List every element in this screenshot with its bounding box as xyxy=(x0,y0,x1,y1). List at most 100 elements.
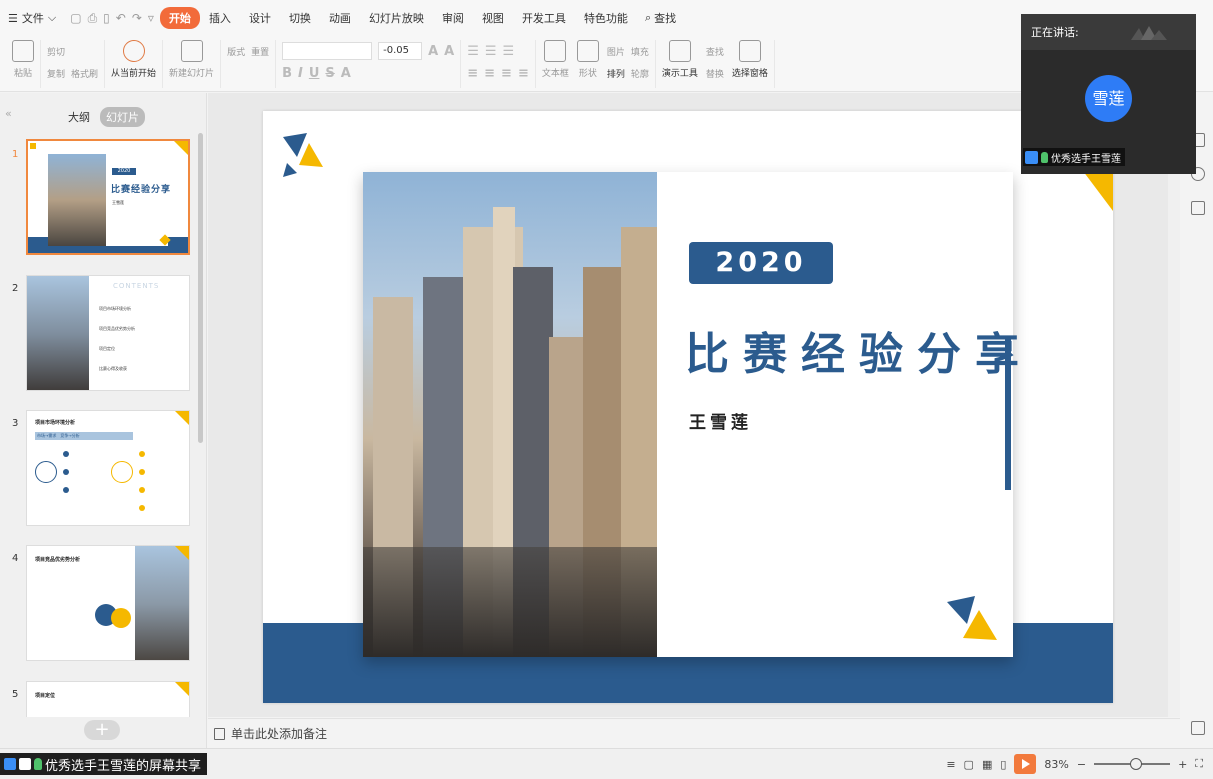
slide-number: 2 xyxy=(12,283,19,294)
thumb-photo xyxy=(48,154,106,246)
quick-access-toolbar: ▢ ⎙ ▯ ↶ ↷ ▿ xyxy=(64,11,160,26)
zoom-level[interactable]: 83% xyxy=(1044,758,1068,771)
preview-icon[interactable]: ▯ xyxy=(103,11,110,26)
tab-design[interactable]: 设计 xyxy=(240,7,280,29)
slide-author: 王雪莲 xyxy=(689,413,752,433)
format-painter-button[interactable]: 格式刷 xyxy=(71,67,98,80)
selection-pane-button[interactable]: 选择窗格 xyxy=(732,40,768,79)
slide-thumbnail-1[interactable]: 2020 比赛经验分享 王雪莲 xyxy=(26,139,190,255)
collapse-panel-icon[interactable]: « xyxy=(5,107,12,120)
from-current-button[interactable]: 从当前开始 xyxy=(105,40,164,88)
zoom-out-button[interactable]: − xyxy=(1077,758,1086,771)
font-color-icon[interactable]: A xyxy=(341,66,351,81)
tab-features[interactable]: 特色功能 xyxy=(575,7,637,29)
audio-wave-icon xyxy=(1131,26,1167,40)
thumb-node xyxy=(63,487,69,493)
file-menu-label: 文件 xyxy=(21,12,44,25)
italic-icon[interactable]: I xyxy=(298,66,303,81)
panel-header: « 大纲 幻灯片 xyxy=(0,107,207,127)
justify-icon[interactable]: ≡ xyxy=(518,66,529,81)
zoom-in-button[interactable]: + xyxy=(1178,758,1187,771)
file-menu[interactable]: ☰ 文件 ⌵ xyxy=(0,10,64,26)
search-command[interactable]: ⌕ 查找 xyxy=(637,10,684,26)
reset-button[interactable]: 重置 xyxy=(251,45,269,58)
tab-transition[interactable]: 切换 xyxy=(280,7,320,29)
align-center-icon[interactable]: ≡ xyxy=(484,66,495,81)
slide-sorter-icon[interactable]: ▦ xyxy=(982,758,992,771)
zoom-slider[interactable] xyxy=(1094,758,1171,770)
grid-icon[interactable] xyxy=(1191,721,1205,735)
hamburger-icon: ☰ xyxy=(8,11,18,25)
align-right-icon[interactable]: ≡ xyxy=(501,66,512,81)
textbox-button[interactable]: 文本框 xyxy=(542,40,569,79)
layout-button[interactable]: 版式 xyxy=(227,45,245,58)
slide-thumbnail-5[interactable]: 项目定位 xyxy=(26,681,190,717)
thumbnail-scrollbar[interactable] xyxy=(198,133,203,443)
customize-icon[interactable]: ▿ xyxy=(148,11,154,26)
notes-placeholder: 单击此处添加备注 xyxy=(231,727,328,741)
bold-icon[interactable]: B xyxy=(282,66,292,81)
triangle-decoration xyxy=(175,682,189,696)
font-name-field[interactable] xyxy=(282,42,373,60)
thumb-year: 2020 xyxy=(112,168,136,175)
tab-developer[interactable]: 开发工具 xyxy=(513,7,575,29)
undo-icon[interactable]: ↶ xyxy=(116,11,126,26)
current-slide[interactable]: 2020 比赛经验分享 王雪莲 xyxy=(263,111,1113,703)
image-button[interactable]: 图片 xyxy=(607,45,625,58)
play-slideshow-button[interactable] xyxy=(1014,754,1037,774)
slide-thumbnail-2[interactable]: CONTENTS 项目市场环境分析 项目竞品优劣势分析 项目定位 比赛心得及收获 xyxy=(26,275,190,391)
tab-view[interactable]: 视图 xyxy=(473,7,513,29)
paste-group[interactable]: 粘贴 xyxy=(6,40,41,88)
tab-home[interactable]: 开始 xyxy=(159,7,200,29)
cut-button[interactable]: 剪切 xyxy=(47,45,65,58)
add-slide-button[interactable]: + xyxy=(84,720,120,740)
microphone-icon xyxy=(34,758,42,770)
replace-button[interactable]: 替换 xyxy=(706,67,724,80)
shape-label: 形状 xyxy=(578,69,597,79)
arrange-button[interactable]: 排列 xyxy=(607,67,625,80)
thumb-photo xyxy=(135,546,189,660)
tab-slides[interactable]: 幻灯片 xyxy=(100,107,145,127)
new-slide-icon xyxy=(180,40,203,62)
tab-review[interactable]: 审阅 xyxy=(433,7,473,29)
numbered-list-icon[interactable]: ☰ xyxy=(485,44,497,59)
thumb-heading: 项目竞品优劣势分析 xyxy=(35,557,81,563)
canvas-scrollbar[interactable] xyxy=(1168,93,1180,717)
notes-area[interactable]: 单击此处添加备注 xyxy=(208,718,1180,748)
line-spacing-icon[interactable]: ☰ xyxy=(503,44,515,59)
shape-button[interactable]: 形状 xyxy=(576,40,599,79)
triangle-decoration xyxy=(175,546,189,560)
new-slide-button[interactable]: 新建幻灯片 xyxy=(163,40,222,88)
bullet-list-icon[interactable]: ☰ xyxy=(467,44,479,59)
fill-button[interactable]: 填充 xyxy=(631,45,649,58)
slide-title-card: 2020 比赛经验分享 王雪莲 xyxy=(363,172,1019,657)
shrink-font-icon[interactable]: A xyxy=(444,44,454,59)
font-size-field[interactable]: -0.05 xyxy=(378,42,423,60)
tab-insert[interactable]: 插入 xyxy=(200,7,240,29)
strikethrough-icon[interactable]: S xyxy=(325,66,334,81)
slide-thumbnail-4[interactable]: 项目竞品优劣势分析 xyxy=(26,545,190,661)
copy-icon[interactable] xyxy=(1191,201,1205,215)
normal-view-icon[interactable]: ▢ xyxy=(964,758,974,771)
notes-toggle-icon[interactable]: ≡ xyxy=(946,758,955,771)
presentation-tools-button[interactable]: 演示工具 xyxy=(662,40,698,79)
layout-group: 版式 重置 xyxy=(221,40,277,88)
outline-button[interactable]: 轮廓 xyxy=(631,67,649,80)
copy-button[interactable]: 复制 xyxy=(47,67,65,80)
grow-font-icon[interactable]: A xyxy=(428,44,438,59)
save-icon[interactable]: ▢ xyxy=(70,11,81,26)
reading-view-icon[interactable]: ▯ xyxy=(1000,758,1006,771)
find-button[interactable]: 查找 xyxy=(706,45,724,58)
tab-animation[interactable]: 动画 xyxy=(320,7,360,29)
tab-outline[interactable]: 大纲 xyxy=(68,109,90,125)
underline-icon[interactable]: U xyxy=(309,66,320,81)
thumb-contents-list: 项目市场环境分析 项目竞品优劣势分析 项目定位 比赛心得及收获 xyxy=(99,299,135,379)
print-icon[interactable]: ⎙ xyxy=(88,11,98,26)
tab-slideshow[interactable]: 幻灯片放映 xyxy=(360,7,433,29)
align-left-icon[interactable]: ≡ xyxy=(467,66,478,81)
speaker-avatar: 雪莲 xyxy=(1085,75,1132,122)
redo-icon[interactable]: ↷ xyxy=(132,11,142,26)
status-bar: 优秀选手王雪莲的屏幕共享 ≡ ▢ ▦ ▯ 83% − + ⛶ xyxy=(0,748,1213,779)
slide-thumbnail-3[interactable]: 项目市场环境分析 市场→需求 竞争→分析 xyxy=(26,410,190,526)
fit-window-icon[interactable]: ⛶ xyxy=(1195,757,1203,771)
